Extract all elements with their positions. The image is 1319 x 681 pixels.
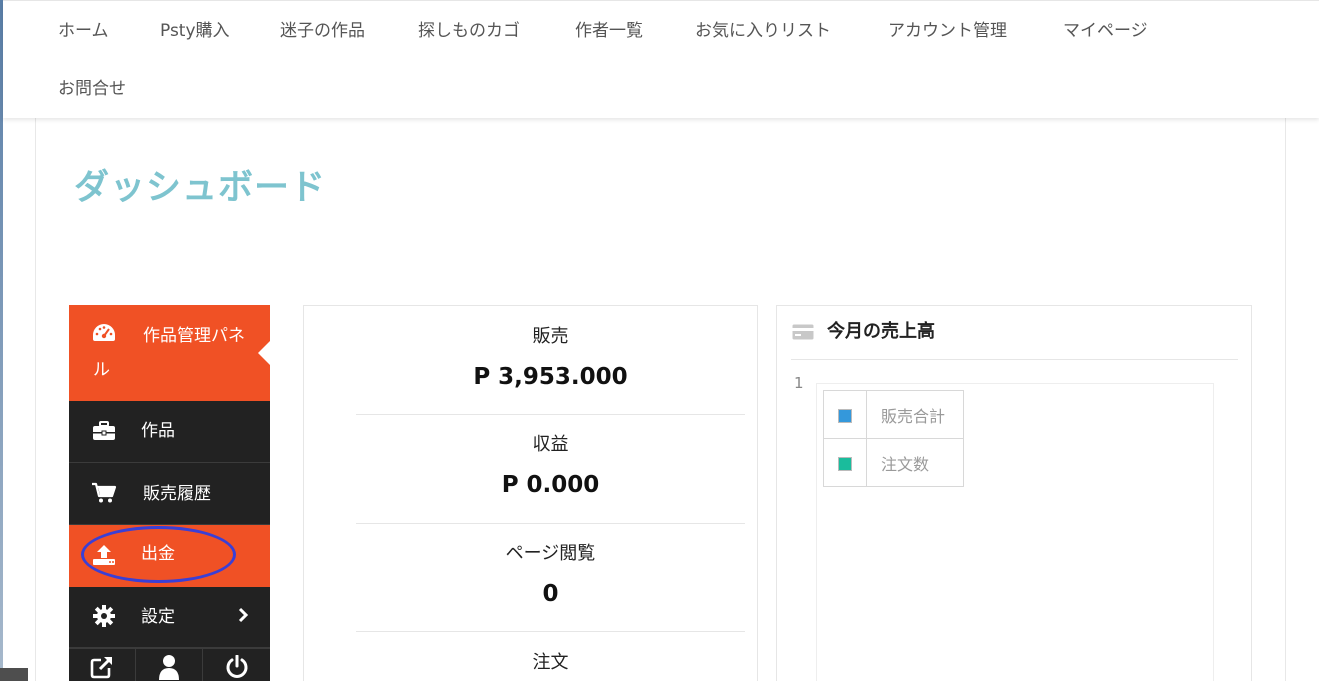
divider <box>356 523 745 524</box>
nav-mypage[interactable]: マイページ <box>1063 21 1148 41</box>
sidebar-item-label: 出金 <box>141 544 175 564</box>
divider <box>356 414 745 415</box>
profile-button[interactable] <box>136 649 203 681</box>
stat-label: 注文 <box>532 652 569 673</box>
divider <box>356 631 745 632</box>
page-title: ダッシュボード <box>74 168 327 208</box>
sidebar-item-label: 作品 <box>141 421 175 441</box>
cart-icon <box>91 480 117 506</box>
nav-buy-psty[interactable]: Psty購入 <box>160 21 230 41</box>
panel-title: 今月の売上高 <box>827 321 935 342</box>
sidebar-item-works[interactable]: 作品 <box>69 401 270 463</box>
credit-card-icon <box>792 324 814 344</box>
panel-header: 今月の売上高 <box>791 320 1238 360</box>
window-corner <box>0 668 28 681</box>
nav-home[interactable]: ホーム <box>58 21 109 41</box>
stat-earnings: 収益 P 0.000 <box>356 433 745 500</box>
external-link-icon <box>90 655 114 681</box>
sidebar-item-sales-history[interactable]: 販売履歴 <box>69 463 270 525</box>
legend-swatch <box>838 408 852 423</box>
stat-pageviews: ページ閲覧 0 <box>356 542 745 609</box>
nav-search-basket[interactable]: 探しものカゴ <box>418 21 520 41</box>
stat-value: 0 <box>542 581 559 607</box>
legend-row: 販売合計 <box>823 390 964 439</box>
active-item-pointer <box>258 341 270 365</box>
sidebar-item-label: 作品管理パネル <box>93 326 245 380</box>
top-navigation: ホーム Psty購入 迷子の作品 探しものカゴ 作者一覧 お気に入りリスト アカ… <box>3 0 1319 118</box>
sidebar-item-withdraw[interactable]: 出金 <box>69 525 270 587</box>
legend-label: 販売合計 <box>866 390 964 439</box>
stat-label: 収益 <box>532 434 569 455</box>
power-icon <box>225 654 249 681</box>
logout-button[interactable] <box>203 649 270 681</box>
monthly-sales-panel: 今月の売上高 1 販売合計 注文数 <box>776 305 1252 681</box>
stats-panel: 販売 P 3,953.000 収益 P 0.000 ページ閲覧 0 注文 <box>303 305 758 681</box>
stat-orders: 注文 <box>356 651 745 681</box>
stat-value: P 0.000 <box>501 472 600 498</box>
y-axis-tick: 1 <box>794 374 804 392</box>
nav-lost-works[interactable]: 迷子の作品 <box>280 21 365 41</box>
legend-row: 注文数 <box>823 438 964 487</box>
chevron-right-icon <box>237 607 249 628</box>
nav-contact[interactable]: お問合せ <box>58 79 126 99</box>
sidebar-item-dashboard[interactable]: 作品管理パネル <box>69 305 270 401</box>
sidebar-item-settings[interactable]: 設定 <box>69 587 270 648</box>
legend-label: 注文数 <box>866 438 964 487</box>
external-link-button[interactable] <box>69 649 136 681</box>
vendor-sidebar: 作品管理パネル 作品 販売履歴 出金 設定 <box>69 305 270 681</box>
stat-label: ページ閲覧 <box>505 543 596 564</box>
nav-account[interactable]: アカウント管理 <box>888 21 1007 41</box>
sidebar-toolbar <box>69 648 270 681</box>
stat-value: P 3,953.000 <box>473 364 628 390</box>
briefcase-icon <box>91 418 117 444</box>
stat-label: 販売 <box>532 326 569 347</box>
legend-swatch <box>838 456 852 471</box>
stat-sales: 販売 P 3,953.000 <box>356 325 745 392</box>
nav-authors[interactable]: 作者一覧 <box>575 21 643 41</box>
sidebar-item-label: 設定 <box>141 607 175 627</box>
user-icon <box>158 654 180 681</box>
nav-favorites[interactable]: お気に入りリスト <box>695 21 831 41</box>
gear-icon <box>91 603 117 629</box>
chart-legend: 販売合計 注文数 <box>823 390 964 487</box>
upload-icon <box>91 542 117 568</box>
sidebar-item-label: 販売履歴 <box>143 484 211 504</box>
